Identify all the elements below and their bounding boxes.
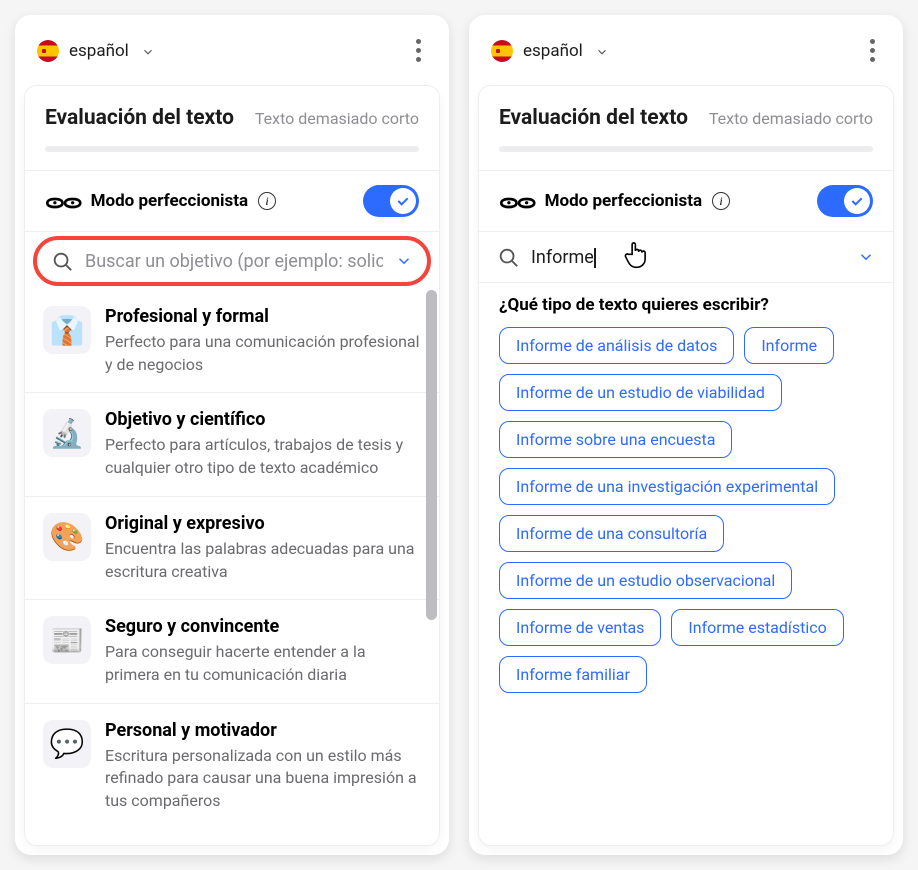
search-input[interactable]: Buscar un objetivo (por ejemplo: solicit… bbox=[85, 251, 383, 272]
goal-icon: 👔 bbox=[43, 306, 91, 354]
progress-wrap bbox=[25, 138, 439, 170]
panel-left: español Evaluación del texto Texto demas… bbox=[15, 15, 449, 855]
suggestion-chip[interactable]: Informe familiar bbox=[499, 656, 647, 693]
goal-title: Objetivo y científico bbox=[105, 409, 421, 430]
goal-description: Perfecto para artículos, trabajos de tes… bbox=[105, 434, 421, 479]
goal-icon: 📰 bbox=[43, 616, 91, 664]
evaluation-header: Evaluación del texto Texto demasiado cor… bbox=[25, 86, 439, 138]
more-menu-icon[interactable] bbox=[864, 33, 881, 68]
evaluation-title: Evaluación del texto bbox=[499, 106, 688, 130]
goal-item[interactable]: 💬 Personal y motivador Escritura personali… bbox=[25, 703, 439, 829]
chevron-down-icon bbox=[595, 44, 609, 58]
mode-toggle[interactable] bbox=[363, 185, 419, 217]
goal-item[interactable]: 🎨 Original y expresivo Encuentra las palab… bbox=[25, 496, 439, 599]
scrollbar-thumb[interactable] bbox=[426, 290, 437, 620]
evaluation-status: Texto demasiado corto bbox=[709, 109, 873, 128]
check-icon bbox=[395, 193, 411, 209]
check-icon bbox=[849, 193, 865, 209]
flag-es-icon bbox=[37, 40, 59, 62]
search-value: Informe bbox=[531, 247, 594, 268]
perfectionist-mode-row: ᯣᯣ Modo perfeccionista i bbox=[479, 170, 893, 232]
suggestion-chip[interactable]: Informe de un estudio observacional bbox=[499, 562, 792, 599]
goal-title: Seguro y convincente bbox=[105, 616, 421, 637]
goal-item[interactable]: 👔 Profesional y formal Perfecto para una c… bbox=[25, 290, 439, 392]
goal-item[interactable]: 📰 Seguro y convincente Para conseguir hace… bbox=[25, 599, 439, 702]
goal-search-row[interactable]: Informe bbox=[479, 232, 893, 283]
mode-label: Modo perfeccionista bbox=[545, 191, 702, 211]
flag-es-icon bbox=[491, 40, 513, 62]
info-icon[interactable]: i bbox=[712, 192, 730, 210]
language-label: español bbox=[523, 41, 583, 61]
topbar: español bbox=[15, 15, 449, 86]
suggestion-chips: Informe de análisis de datos Informe Infor… bbox=[479, 327, 893, 713]
search-placeholder: Buscar un objetivo (por ejemplo: solicit… bbox=[85, 251, 383, 272]
search-icon bbox=[51, 250, 73, 272]
info-icon[interactable]: i bbox=[258, 192, 276, 210]
evaluation-status: Texto demasiado corto bbox=[255, 109, 419, 128]
perfectionist-mode-row: ᯣᯣ Modo perfeccionista i bbox=[25, 170, 439, 232]
goal-icon: 💬 bbox=[43, 720, 91, 768]
language-selector[interactable]: español bbox=[37, 40, 155, 62]
suggestion-chip[interactable]: Informe estadístico bbox=[671, 609, 843, 646]
suggestion-chip[interactable]: Informe de ventas bbox=[499, 609, 661, 646]
glasses-icon: ᯣᯣ bbox=[45, 191, 81, 211]
goal-description: Para conseguir hacerte entender a la pri… bbox=[105, 641, 421, 686]
mode-toggle[interactable] bbox=[817, 185, 873, 217]
chevron-down-icon bbox=[141, 44, 155, 58]
mode-label: Modo perfeccionista bbox=[91, 191, 248, 211]
progress-bar bbox=[499, 146, 873, 152]
suggestion-chip[interactable]: Informe bbox=[744, 327, 834, 364]
topbar: español bbox=[469, 15, 903, 86]
evaluation-header: Evaluación del texto Texto demasiado cor… bbox=[479, 86, 893, 138]
search-icon bbox=[497, 246, 519, 268]
progress-wrap bbox=[479, 138, 893, 170]
goal-item[interactable]: 🔬 Objetivo y científico Perfecto para artí… bbox=[25, 392, 439, 495]
goal-title: Profesional y formal bbox=[105, 306, 421, 327]
suggestion-chip[interactable]: Informe sobre una encuesta bbox=[499, 421, 732, 458]
suggestion-chip[interactable]: Informe de una consultoría bbox=[499, 515, 724, 552]
evaluation-title: Evaluación del texto bbox=[45, 106, 234, 130]
goal-title: Personal y motivador bbox=[105, 720, 421, 741]
goal-description: Perfecto para una comunicación profesion… bbox=[105, 331, 421, 376]
goal-icon: 🎨 bbox=[43, 513, 91, 561]
goal-icon: 🔬 bbox=[43, 409, 91, 457]
suggestion-chip[interactable]: Informe de una investigación experimenta… bbox=[499, 468, 835, 505]
goal-list[interactable]: 👔 Profesional y formal Perfecto para una c… bbox=[25, 290, 439, 845]
suggestion-chip[interactable]: Informe de un estudio de viabilidad bbox=[499, 374, 782, 411]
search-input[interactable]: Informe bbox=[531, 247, 845, 268]
progress-bar bbox=[45, 146, 419, 152]
more-menu-icon[interactable] bbox=[410, 33, 427, 68]
chevron-down-icon[interactable] bbox=[395, 252, 413, 270]
glasses-icon: ᯣᯣ bbox=[499, 191, 535, 211]
language-selector[interactable]: español bbox=[491, 40, 609, 62]
main-card: Evaluación del texto Texto demasiado cor… bbox=[25, 86, 439, 845]
suggestion-chip[interactable]: Informe de análisis de datos bbox=[499, 327, 734, 364]
suggestion-prompt-title: ¿Qué tipo de texto quieres escribir? bbox=[479, 291, 893, 327]
main-card: Evaluación del texto Texto demasiado cor… bbox=[479, 86, 893, 845]
language-label: español bbox=[69, 41, 129, 61]
panel-right: español Evaluación del texto Texto demas… bbox=[469, 15, 903, 855]
goal-description: Encuentra las palabras adecuadas para un… bbox=[105, 538, 421, 583]
goal-description: Escritura personalizada con un estilo má… bbox=[105, 745, 421, 813]
goal-search-row[interactable]: Buscar un objetivo (por ejemplo: solicit… bbox=[33, 236, 431, 286]
chevron-down-icon[interactable] bbox=[857, 248, 875, 266]
goal-title: Original y expresivo bbox=[105, 513, 421, 534]
